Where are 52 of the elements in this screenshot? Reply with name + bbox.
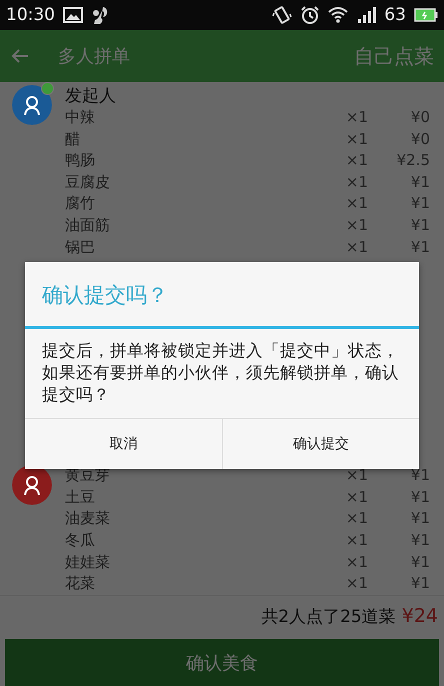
- dish-name: 花菜: [65, 573, 96, 594]
- dish-quantity: ×1: [344, 128, 368, 150]
- dish-name: 醋: [65, 128, 81, 150]
- signal-icon: [356, 6, 376, 24]
- image-icon: [63, 7, 83, 23]
- dish-price: ¥1: [410, 193, 430, 214]
- dish-name: 豆腐皮: [65, 172, 111, 193]
- dish-price: ¥0: [410, 128, 430, 150]
- dish-name: 油面筋: [65, 214, 111, 236]
- dish-price: ¥1: [410, 486, 430, 508]
- dish-name: 中辣: [65, 107, 96, 128]
- battery-icon: [414, 8, 438, 22]
- dish-name: 锅巴: [65, 236, 96, 258]
- dish-quantity: ×1: [344, 486, 368, 508]
- dish-quantity: ×1: [344, 214, 368, 236]
- dish-name: 油麦菜: [65, 508, 111, 530]
- page-title: 多人拼单: [58, 45, 131, 68]
- confirm-submit-button[interactable]: 确认提交: [222, 419, 419, 469]
- dish-quantity: ×1: [344, 236, 368, 258]
- dish-price: ¥1: [410, 530, 430, 551]
- member-label: 发起人: [65, 85, 117, 107]
- dish-name: 鸭肠: [65, 150, 96, 172]
- dish-price: ¥1: [410, 236, 430, 258]
- dish-quantity: ×1: [344, 552, 368, 573]
- cancel-button[interactable]: 取消: [25, 419, 222, 469]
- dish-quantity: ×1: [344, 172, 368, 193]
- dish-name: 娃娃菜: [65, 552, 111, 573]
- wifi-icon: [328, 6, 348, 24]
- dish-price: ¥0: [410, 107, 430, 128]
- dish-price: ¥1: [410, 172, 430, 193]
- vibrate-icon: [272, 5, 292, 25]
- alarm-icon: [300, 5, 320, 25]
- battery-level: 63: [384, 5, 406, 25]
- status-time: 10:30: [6, 5, 55, 25]
- dish-price: ¥2.5: [396, 150, 430, 172]
- dish-quantity: ×1: [344, 530, 368, 551]
- dish-price: ¥1: [410, 573, 430, 594]
- dish-price: ¥1: [410, 214, 430, 236]
- order-total: ¥24: [402, 605, 438, 627]
- dish-name: 土豆: [65, 486, 96, 508]
- dish-quantity: ×1: [344, 573, 368, 594]
- dialog-message: 提交后，拼单将被锁定并进入「提交中」状态，如果还有要拼单的小伙伴，须先解锁拼单，确认提交吗？: [41, 340, 400, 406]
- dish-quantity: ×1: [344, 193, 368, 214]
- dish-price: ¥1: [410, 508, 430, 530]
- dish-quantity: ×1: [344, 150, 368, 172]
- dialog-title: 确认提交吗？: [25, 262, 419, 329]
- dish-price: ¥1: [410, 552, 430, 573]
- dish-name: 腐竹: [65, 193, 96, 214]
- dish-name: 冬瓜: [65, 530, 96, 551]
- order-summary: 共2人点了25道菜: [261, 606, 396, 628]
- dish-quantity: ×1: [344, 508, 368, 530]
- dish-quantity: ×1: [344, 107, 368, 128]
